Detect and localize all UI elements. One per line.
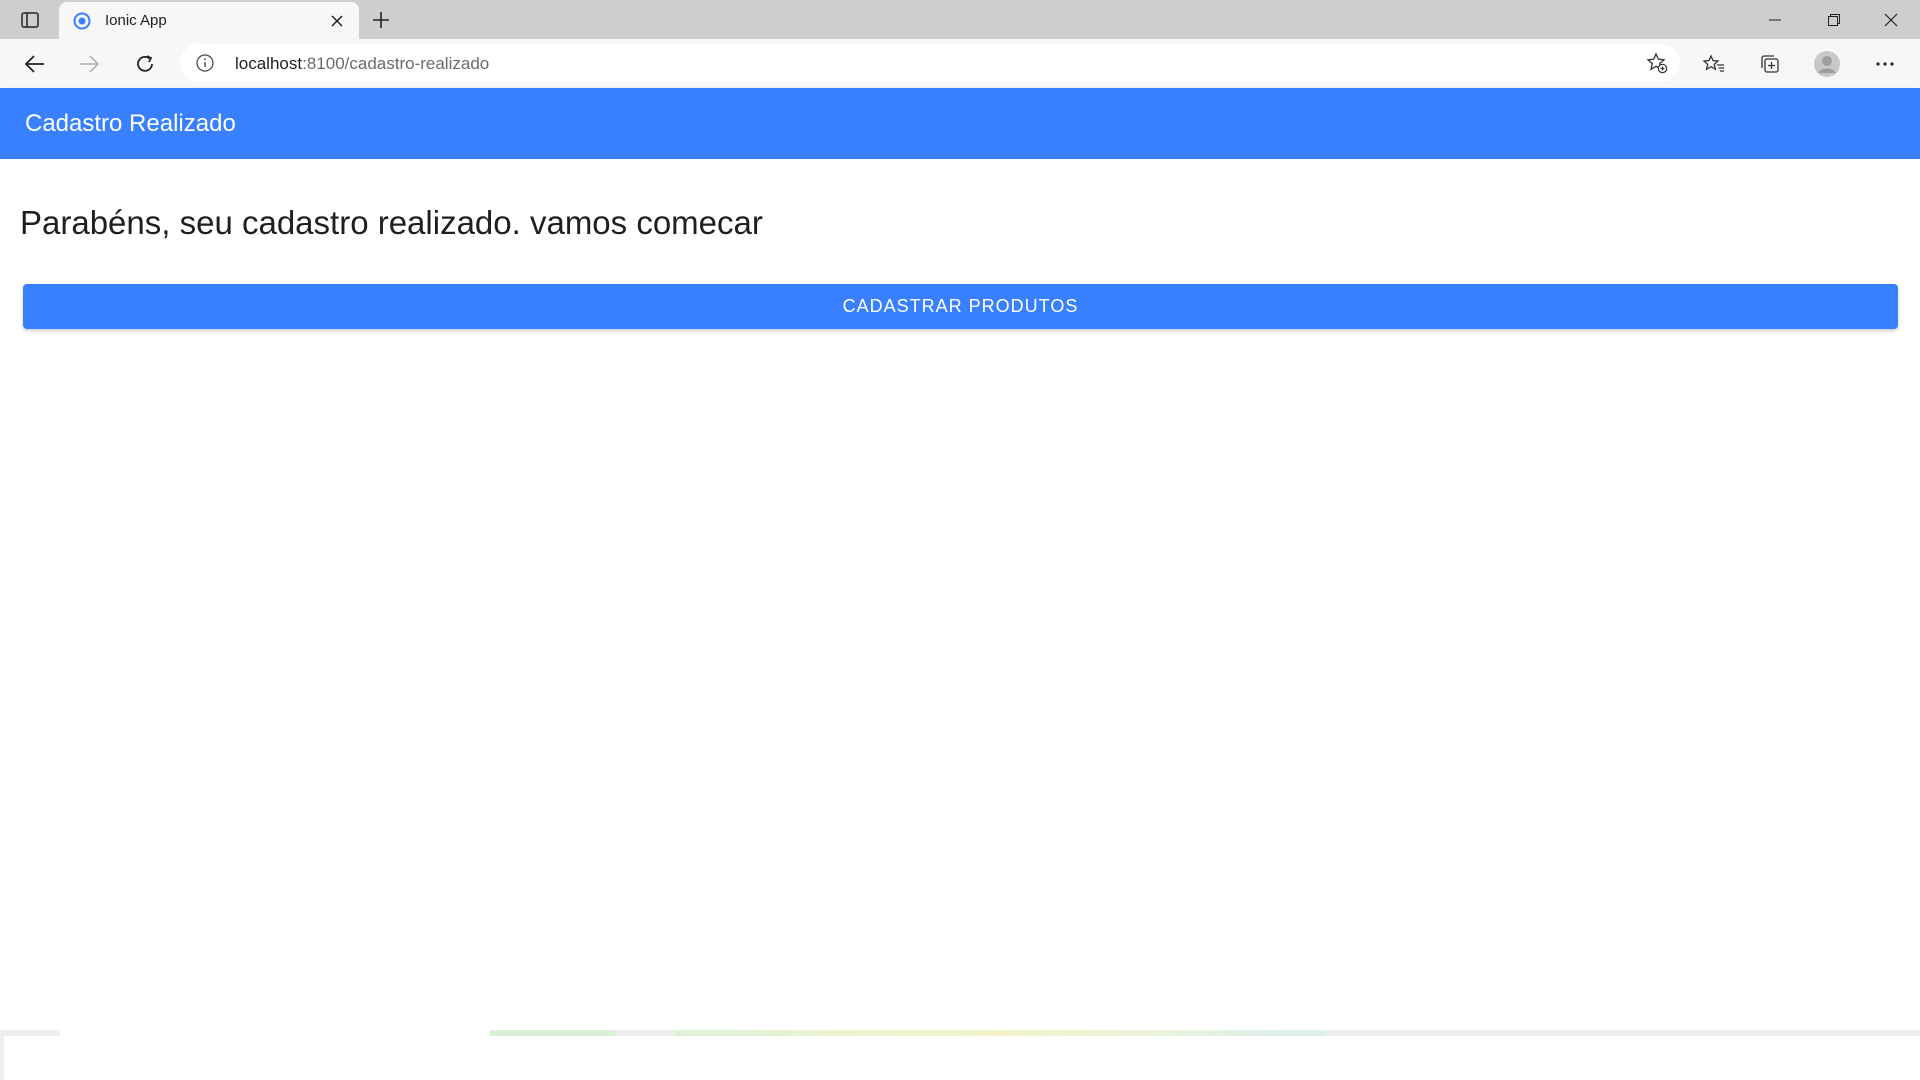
collections-icon[interactable] [1753, 47, 1787, 81]
restore-icon[interactable] [1806, 0, 1862, 39]
info-icon[interactable] [196, 54, 214, 72]
cadastrar-produtos-button[interactable]: CADASTRAR PRODUTOS [23, 284, 1898, 329]
browser-toolbar: localhost:8100/cadastro-realizado [0, 39, 1920, 88]
tab-title: Ionic App [105, 12, 167, 29]
bottom-area [0, 1036, 1920, 1080]
tab-strip: Ionic App [0, 0, 1920, 39]
more-dots-icon[interactable] [1868, 47, 1902, 81]
address-bar[interactable]: localhost:8100/cadastro-realizado [180, 44, 1680, 82]
back-arrow-icon[interactable] [18, 47, 52, 81]
page-title: Cadastro Realizado [25, 110, 236, 137]
reload-icon[interactable] [128, 47, 162, 81]
url-path: :8100/cadastro-realizado [302, 54, 490, 73]
profile-avatar-icon[interactable] [1810, 47, 1844, 81]
favorites-icon[interactable] [1697, 47, 1731, 81]
tab-actions-icon[interactable] [14, 7, 46, 33]
success-message: Parabéns, seu cadastro realizado. vamos … [20, 204, 763, 241]
url-text[interactable]: localhost:8100/cadastro-realizado [235, 54, 489, 74]
ionic-favicon-icon [73, 12, 91, 30]
minimize-icon[interactable] [1747, 0, 1803, 39]
new-tab-icon[interactable] [368, 7, 394, 33]
close-tab-icon[interactable] [327, 11, 347, 31]
close-window-icon[interactable] [1863, 0, 1919, 39]
star-plus-icon[interactable] [1646, 52, 1668, 74]
app-header: Cadastro Realizado [0, 88, 1920, 159]
browser-tab[interactable]: Ionic App [59, 2, 359, 39]
app-content: Parabéns, seu cadastro realizado. vamos … [0, 159, 1920, 1030]
forward-arrow-icon[interactable] [72, 47, 106, 81]
url-host: localhost [235, 54, 303, 73]
